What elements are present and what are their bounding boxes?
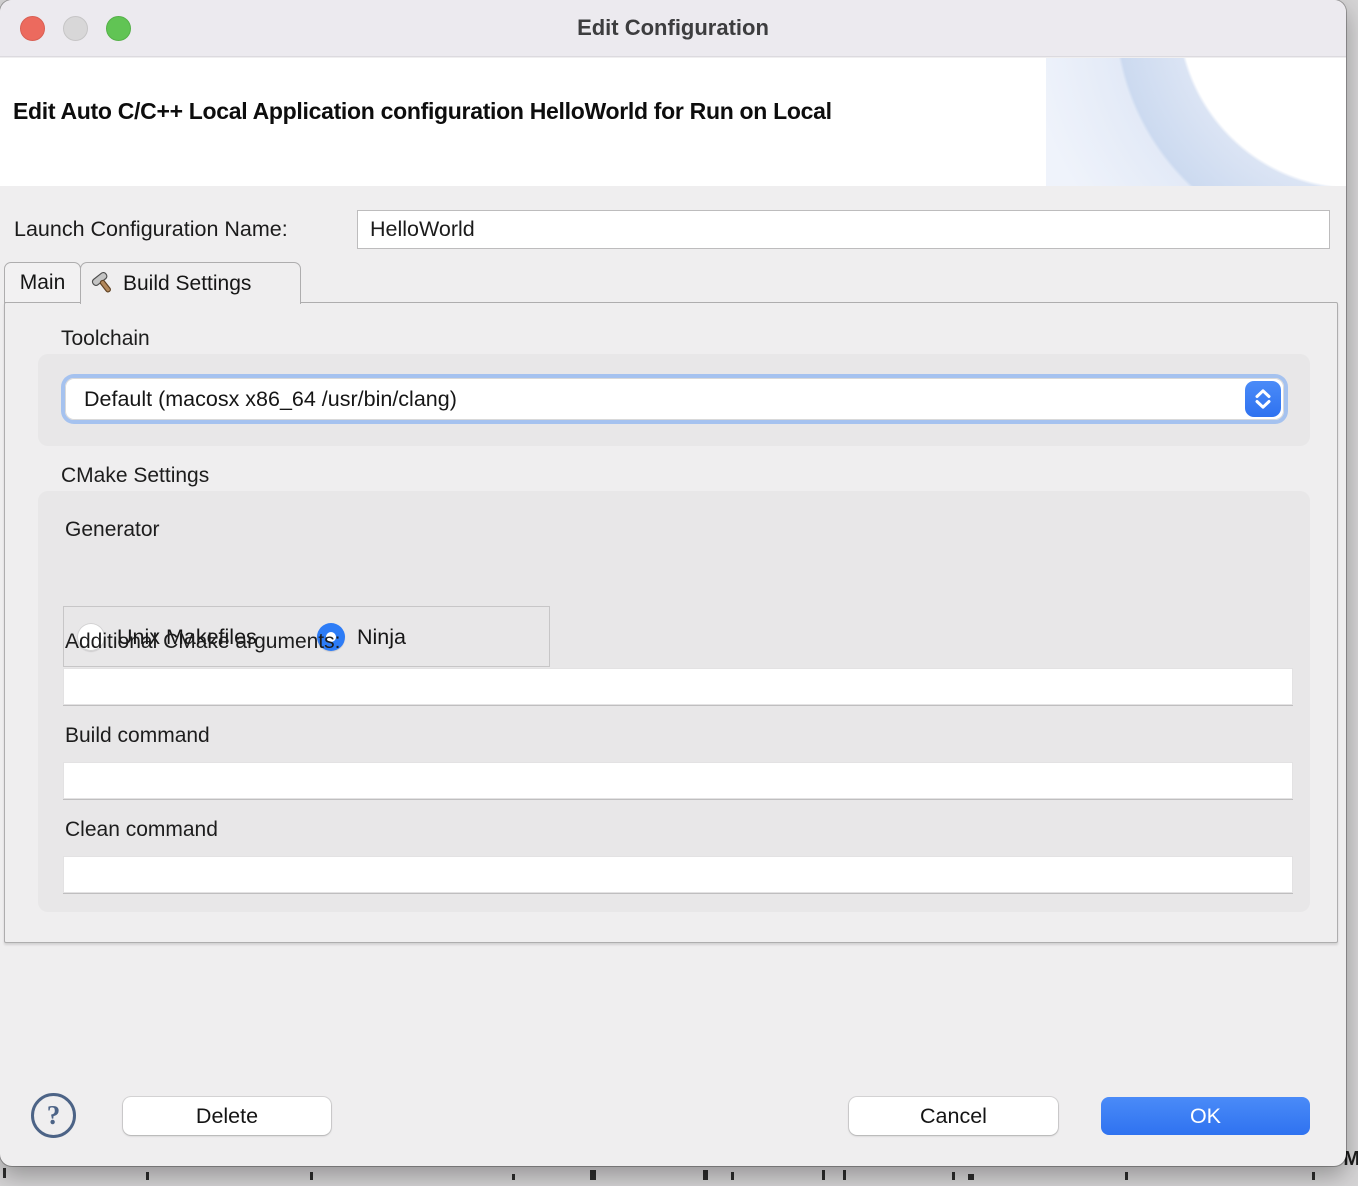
hammer-icon — [90, 271, 115, 296]
dialog-header-banner: Edit Auto C/C++ Local Application config… — [0, 58, 1346, 186]
generator-label: Generator — [65, 518, 160, 542]
banner-curve-decoration — [1046, 58, 1346, 186]
delete-button[interactable]: Delete — [123, 1097, 331, 1135]
tab-build-settings[interactable]: Build Settings — [80, 262, 301, 304]
help-button[interactable]: ? — [31, 1093, 76, 1138]
toolchain-section-label: Toolchain — [61, 327, 150, 351]
radio-ninja-label: Ninja — [357, 625, 406, 650]
zoom-button[interactable] — [106, 16, 131, 41]
chevron-up-down-icon[interactable] — [1245, 381, 1281, 417]
build-command-input[interactable] — [63, 762, 1293, 800]
tab-main-label: Main — [20, 271, 66, 295]
cancel-button[interactable]: Cancel — [849, 1097, 1058, 1135]
tab-main[interactable]: Main — [4, 262, 81, 303]
launch-config-name-input[interactable] — [357, 210, 1330, 249]
build-settings-panel: Toolchain Default (macosx x86_64 /usr/bi… — [4, 302, 1338, 943]
dialog-header-message: Edit Auto C/C++ Local Application config… — [13, 98, 832, 125]
ok-button[interactable]: OK — [1101, 1097, 1310, 1135]
question-mark-icon: ? — [47, 1100, 61, 1131]
toolchain-selected-option: Default (macosx x86_64 /usr/bin/clang) — [84, 387, 457, 412]
toolchain-group: Default (macosx x86_64 /usr/bin/clang) — [38, 354, 1310, 446]
toolchain-select[interactable]: Default (macosx x86_64 /usr/bin/clang) — [61, 374, 1288, 424]
minimize-button — [63, 16, 88, 41]
cmake-arguments-input[interactable] — [63, 668, 1293, 706]
clean-command-label: Clean command — [65, 818, 218, 842]
cmake-settings-section-label: CMake Settings — [61, 464, 209, 488]
title-bar[interactable]: Edit Configuration — [0, 0, 1346, 57]
edit-configuration-dialog: Edit Configuration Edit Auto C/C++ Local… — [0, 0, 1346, 1166]
launch-config-name-label: Launch Configuration Name: — [14, 217, 288, 242]
tab-build-settings-label: Build Settings — [123, 272, 251, 296]
build-command-label: Build command — [65, 724, 210, 748]
close-button[interactable] — [20, 16, 45, 41]
cmake-settings-group: Generator Unix Makefiles Ninja Additiona… — [38, 491, 1310, 912]
cmake-arguments-label: Additional CMake arguments: — [65, 630, 340, 654]
clean-command-input[interactable] — [63, 856, 1293, 894]
window-title: Edit Configuration — [577, 15, 769, 41]
